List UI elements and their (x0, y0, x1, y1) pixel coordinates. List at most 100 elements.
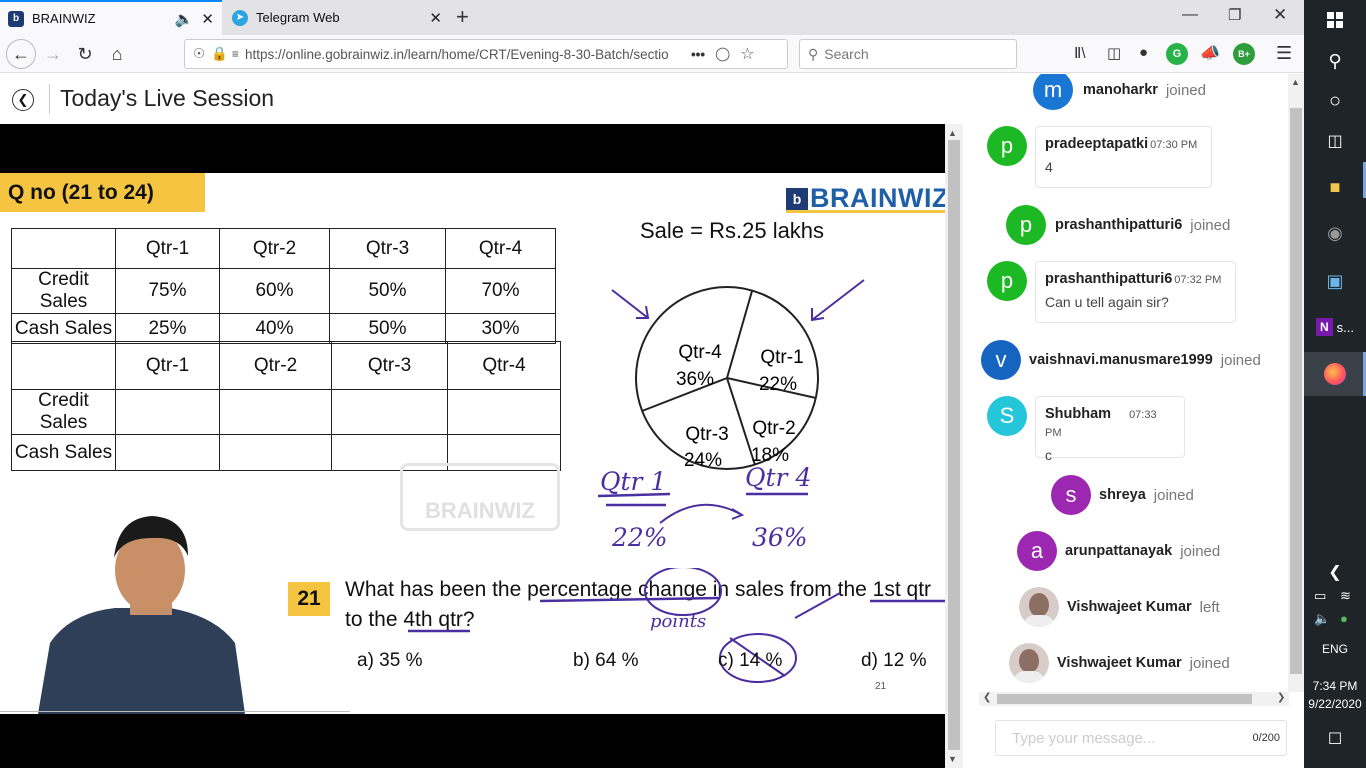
forward-button[interactable]: → (38, 40, 68, 68)
handwriting-strokes (597, 492, 808, 524)
chat-messages[interactable]: m manoharkr joined p pradeeptapatki 07:30… (979, 74, 1299, 704)
file-explorer-icon[interactable]: ■ (1304, 172, 1366, 202)
megaphone-extension-icon[interactable]: 📣 (1200, 43, 1220, 63)
camera-icon[interactable]: ▣ (1304, 266, 1366, 296)
speaker-icon[interactable]: 🔈 (175, 10, 194, 28)
battery-icon[interactable]: ▭ (1314, 588, 1326, 604)
tab-telegram[interactable]: ➤ Telegram Web ✕ (224, 0, 450, 35)
brainwiz-watermark: BRAINWIZ (400, 463, 560, 531)
pie-slice-value: 36% (676, 369, 714, 390)
table-cell (331, 389, 448, 435)
permissions-icon: ≡ (231, 47, 239, 61)
url-text[interactable]: https://online.gobrainwiz.in/learn/home/… (245, 47, 683, 62)
chat-status: left (1199, 598, 1220, 616)
table-cell: 50% (329, 313, 446, 344)
firefox-app[interactable] (1304, 352, 1366, 396)
sidebar-icon[interactable]: ◫ (1107, 44, 1121, 62)
reload-icon: ↻ (77, 43, 93, 64)
scrollbar-thumb[interactable] (948, 140, 960, 750)
chat-join-event: Vishwajeet Kumar left (1019, 587, 1220, 627)
reload-button[interactable]: ↻ (70, 40, 100, 68)
account-icon[interactable]: ● (1139, 44, 1148, 61)
pie-slice-label: Qtr-1 (760, 347, 803, 368)
chat-status: joined (1165, 81, 1206, 99)
avatar: p (1006, 205, 1046, 245)
close-tab-icon[interactable]: ✕ (429, 9, 442, 27)
search-icon[interactable]: ⚲ (1304, 48, 1366, 74)
chat-message: S (987, 396, 1027, 436)
avatar: p (987, 261, 1027, 301)
tab-brainwiz[interactable]: b BRAINWIZ 🔈 ✕ (0, 0, 222, 35)
bplus-extension-icon[interactable]: B+ (1233, 43, 1255, 65)
restore-button[interactable]: ❐ (1228, 6, 1241, 24)
notifications-icon[interactable]: ☐ (1304, 728, 1366, 750)
video-player[interactable]: Q no (21 to 24) b BRAINWIZ Qtr-1 Qtr-2 Q… (0, 124, 945, 768)
bookmark-star-icon[interactable]: ☆ (740, 44, 754, 64)
library-icon[interactable]: Ⅱ\ (1074, 44, 1086, 62)
chat-text: Can u tell again sir? (1045, 294, 1169, 310)
voice-recorder-icon[interactable]: ◉ (1304, 218, 1366, 248)
chat-horizontal-scrollbar[interactable]: ❮ ❯ (979, 692, 1289, 706)
task-view-icon[interactable]: ◫ (1304, 128, 1366, 154)
wifi-icon[interactable]: ≋ (1340, 588, 1351, 604)
language-indicator[interactable]: ENG (1304, 640, 1366, 658)
divider (49, 84, 50, 114)
chat-username: Vishwajeet Kumar (1057, 655, 1182, 671)
table-header-cell (11, 228, 116, 269)
table-header-cell: Qtr-1 (115, 341, 220, 390)
avatar: m (1033, 74, 1073, 110)
windows-start-icon[interactable] (1304, 8, 1366, 32)
table-cell: Credit Sales (11, 389, 116, 435)
scroll-right-icon[interactable]: ❯ (1277, 692, 1285, 703)
question-number: 21 (288, 582, 330, 616)
lock-icon: 🔒 (211, 46, 228, 61)
chat-message: p (987, 261, 1027, 301)
chat-message-input[interactable]: Type your message... 0/200 (995, 720, 1287, 756)
chat-username: pradeeptapatki (1045, 136, 1149, 152)
ink-underline (597, 492, 671, 507)
scrollbar-thumb[interactable] (997, 694, 1252, 704)
search-icon: ⚲ (808, 45, 819, 62)
table-cell (219, 434, 332, 471)
onenote-app[interactable]: N s... (1304, 312, 1366, 342)
onenote-label: s... (1336, 319, 1354, 335)
scroll-left-icon[interactable]: ❮ (983, 692, 991, 703)
network-status-icon[interactable]: ● (1340, 611, 1348, 626)
clock-date[interactable]: 9/22/2020 (1304, 696, 1366, 712)
page-actions-icon[interactable]: ••• (691, 47, 705, 62)
scroll-up-icon[interactable]: ▲ (1291, 77, 1300, 87)
search-placeholder: Search (824, 46, 869, 62)
pie-slice-label: Qtr-4 (678, 342, 722, 363)
new-tab-button[interactable]: + (456, 4, 469, 30)
firefox-icon (1324, 363, 1346, 385)
scrollbar-thumb[interactable] (1290, 108, 1302, 674)
char-counter: 0/200 (1252, 732, 1280, 744)
back-circle-icon[interactable]: ❮ (12, 89, 34, 111)
chat-username: shreya (1099, 487, 1146, 503)
page-scrollbar[interactable]: ▲ ▼ (945, 124, 963, 768)
volume-icon[interactable]: 🔈 (1314, 611, 1330, 627)
table-header-cell: Qtr-4 (445, 228, 556, 269)
cortana-icon[interactable]: ○ (1304, 88, 1366, 114)
search-bar[interactable]: ⚲ Search (799, 39, 1017, 69)
close-window-button[interactable]: ✕ (1273, 5, 1287, 25)
scroll-up-icon[interactable]: ▲ (948, 128, 957, 138)
home-button[interactable]: ⌂ (102, 40, 132, 68)
divider (0, 711, 350, 712)
close-tab-icon[interactable]: ✕ (201, 10, 214, 28)
url-bar[interactable]: ☉ 🔒 ≡ https://online.gobrainwiz.in/learn… (184, 39, 788, 69)
clock-time[interactable]: 7:34 PM (1304, 678, 1366, 694)
chat-scrollbar[interactable]: ▲ (1288, 74, 1304, 692)
table-row: Credit Sales (11, 389, 561, 435)
table-cell: 70% (445, 268, 556, 314)
menu-icon[interactable]: ☰ (1276, 43, 1292, 64)
pocket-icon[interactable]: ◯ (715, 46, 730, 62)
minimize-button[interactable]: — (1182, 6, 1198, 24)
back-button[interactable]: ← (6, 39, 36, 69)
chat-join-event: s shreya joined (1051, 475, 1194, 515)
presenter-shirt (38, 608, 245, 714)
show-hidden-icons-icon[interactable]: ❮ (1304, 560, 1366, 584)
scroll-down-icon[interactable]: ▼ (948, 754, 957, 764)
grammarly-extension-icon[interactable]: G (1166, 43, 1188, 65)
page-title: Today's Live Session (60, 85, 275, 111)
